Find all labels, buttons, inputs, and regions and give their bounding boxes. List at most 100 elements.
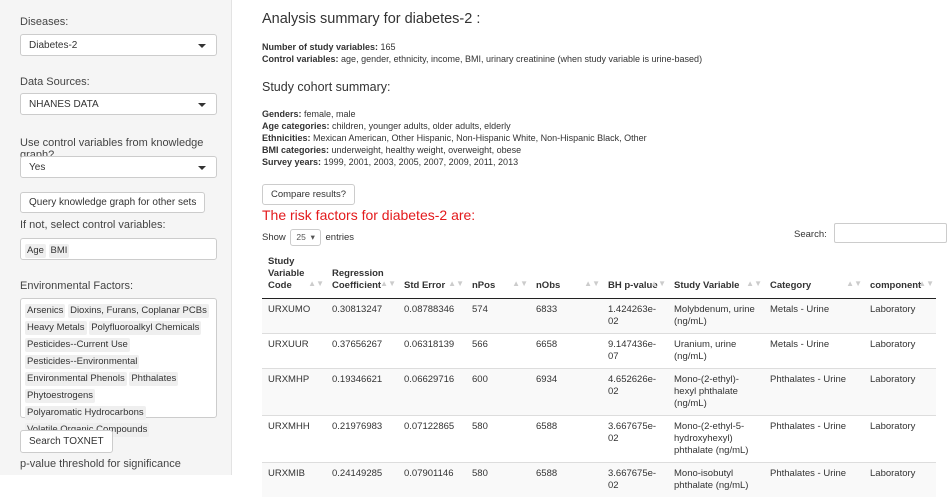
age-categories: Age categories: children, younger adults… bbox=[262, 121, 511, 131]
ethnicities-value: Mexican American, Other Hispanic, Non-Hi… bbox=[313, 133, 647, 143]
ethnicities-label: Ethnicities: bbox=[262, 133, 311, 143]
table-row[interactable]: URXUMO0.308132470.0878834657468331.42426… bbox=[262, 299, 936, 334]
age-categories-label: Age categories: bbox=[262, 121, 330, 131]
show-label: Show bbox=[262, 232, 286, 243]
chevron-down-icon bbox=[198, 166, 206, 170]
entries-length-control: Show 25 ▾ entries bbox=[262, 229, 354, 246]
table-cell: 3.667675e-02 bbox=[602, 416, 668, 463]
chevron-down-icon bbox=[198, 44, 206, 48]
env-tag[interactable]: Polyfluoroalkyl Chemicals bbox=[89, 321, 201, 335]
analysis-summary-title: Analysis summary for diabetes-2 : bbox=[262, 11, 480, 27]
if-not-label: If not, select control variables: bbox=[20, 219, 166, 231]
environmental-factors-input[interactable]: Arsenics Dioxins, Furans, Coplanar PCBs … bbox=[20, 298, 217, 418]
sort-icon: ▲▼ bbox=[650, 278, 666, 290]
control-variables-value: age, gender, ethnicity, income, BMI, uri… bbox=[341, 54, 702, 64]
use-control-select[interactable]: Yes bbox=[20, 156, 217, 178]
table-cell: Phthalates - Urine bbox=[764, 416, 864, 463]
column-header[interactable]: Std Error▲▼ bbox=[398, 252, 466, 299]
diseases-select-value: Diabetes-2 bbox=[29, 40, 77, 51]
control-variables-input[interactable]: Age BMI bbox=[20, 238, 217, 260]
column-header[interactable]: BH p-value▲▼ bbox=[602, 252, 668, 299]
table-cell: 600 bbox=[466, 369, 530, 416]
table-cell: 6588 bbox=[530, 416, 602, 463]
env-tag[interactable]: Environmental Phenols bbox=[25, 372, 127, 386]
table-cell: Metals - Urine bbox=[764, 334, 864, 369]
sort-icon: ▲▼ bbox=[308, 278, 324, 290]
use-control-select-value: Yes bbox=[29, 162, 45, 173]
table-cell: Mono-(2-ethyl-5-hydroxyhexyl) phthalate … bbox=[668, 416, 764, 463]
data-sources-select[interactable]: NHANES DATA bbox=[20, 93, 217, 115]
sort-icon: ▲▼ bbox=[448, 278, 464, 290]
num-study-variables-label: Number of study variables: bbox=[262, 42, 378, 52]
table-cell: 0.08788346 bbox=[398, 299, 466, 334]
search-toxnet-button[interactable]: Search TOXNET bbox=[20, 430, 113, 453]
table-cell: 6833 bbox=[530, 299, 602, 334]
sort-icon: ▲▼ bbox=[918, 278, 934, 290]
table-cell: 0.06629716 bbox=[398, 369, 466, 416]
column-header[interactable]: Regression Coefficient▲▼ bbox=[326, 252, 398, 299]
bmi-categories-label: BMI categories: bbox=[262, 145, 329, 155]
column-header[interactable]: component▲▼ bbox=[864, 252, 936, 299]
table-row[interactable]: URXMIB0.241492850.0790114658065883.66767… bbox=[262, 463, 936, 497]
table-cell: 6588 bbox=[530, 463, 602, 497]
search-input[interactable] bbox=[834, 223, 947, 243]
table-row[interactable]: URXMHH0.219769830.0712286558065883.66767… bbox=[262, 416, 936, 463]
table-cell: 0.37656267 bbox=[326, 334, 398, 369]
table-cell: 3.667675e-02 bbox=[602, 463, 668, 497]
table-cell: 0.07901146 bbox=[398, 463, 466, 497]
environmental-factors-label: Environmental Factors: bbox=[20, 280, 133, 292]
env-tag[interactable]: Arsenics bbox=[25, 304, 65, 318]
age-categories-value: children, younger adults, older adults, … bbox=[332, 121, 511, 131]
env-tag[interactable]: Phthalates bbox=[129, 372, 178, 386]
column-header[interactable]: nObs▲▼ bbox=[530, 252, 602, 299]
table-cell: 0.24149285 bbox=[326, 463, 398, 497]
table-cell: Laboratory bbox=[864, 334, 936, 369]
sidebar: Diseases: Diabetes-2 Data Sources: NHANE… bbox=[0, 0, 232, 475]
query-knowledge-graph-button[interactable]: Query knowledge graph for other sets bbox=[20, 192, 205, 213]
table-cell: 4.652626e-02 bbox=[602, 369, 668, 416]
table-cell: 580 bbox=[466, 416, 530, 463]
sort-icon: ▲▼ bbox=[584, 278, 600, 290]
diseases-select[interactable]: Diabetes-2 bbox=[20, 34, 217, 56]
sort-icon: ▲▼ bbox=[512, 278, 528, 290]
table-cell: Laboratory bbox=[864, 463, 936, 497]
table-cell: 0.30813247 bbox=[326, 299, 398, 334]
table-cell: Laboratory bbox=[864, 299, 936, 334]
table-cell: Phthalates - Urine bbox=[764, 369, 864, 416]
env-tag[interactable]: Phytoestrogens bbox=[25, 389, 95, 403]
results-table: Study Variable Code▲▼ Regression Coeffic… bbox=[262, 252, 936, 497]
main-panel: Analysis summary for diabetes-2 : Number… bbox=[250, 0, 947, 475]
table-cell: 6658 bbox=[530, 334, 602, 369]
env-tag[interactable]: Heavy Metals bbox=[25, 321, 87, 335]
bmi-categories-value: underweight, healthy weight, overweight,… bbox=[332, 145, 522, 155]
genders-label: Genders: bbox=[262, 109, 302, 119]
genders-value: female, male bbox=[304, 109, 356, 119]
env-tag[interactable]: Pesticides--Current Use bbox=[25, 338, 130, 352]
env-tag[interactable]: Polyaromatic Hydrocarbons bbox=[25, 406, 146, 420]
entries-label: entries bbox=[326, 232, 355, 243]
table-cell: URXMIB bbox=[262, 463, 326, 497]
control-tag[interactable]: Age bbox=[25, 244, 46, 258]
column-header[interactable]: Study Variable Code▲▼ bbox=[262, 252, 326, 299]
table-row[interactable]: URXMHP0.193466210.0662971660069344.65262… bbox=[262, 369, 936, 416]
chevron-down-icon bbox=[198, 103, 206, 107]
env-tag[interactable]: Pesticides--Environmental bbox=[25, 355, 139, 369]
table-row[interactable]: URXUUR0.376562670.0631813956666589.14743… bbox=[262, 334, 936, 369]
column-header[interactable]: Category▲▼ bbox=[764, 252, 864, 299]
env-tag[interactable]: Dioxins, Furans, Coplanar PCBs bbox=[68, 304, 209, 318]
table-cell: Mono-(2-ethyl)-hexyl phthalate (ng/mL) bbox=[668, 369, 764, 416]
sort-icon: ▲▼ bbox=[746, 278, 762, 290]
search-label: Search: bbox=[794, 229, 827, 240]
table-cell: Molybdenum, urine (ng/mL) bbox=[668, 299, 764, 334]
bmi-categories: BMI categories: underweight, healthy wei… bbox=[262, 145, 521, 155]
survey-years-label: Survey years: bbox=[262, 157, 321, 167]
column-header[interactable]: nPos▲▼ bbox=[466, 252, 530, 299]
table-header-row: Study Variable Code▲▼ Regression Coeffic… bbox=[262, 252, 936, 299]
control-tag[interactable]: BMI bbox=[49, 244, 70, 258]
table-cell: 0.21976983 bbox=[326, 416, 398, 463]
column-header[interactable]: Study Variable▲▼ bbox=[668, 252, 764, 299]
entries-select[interactable]: 25 ▾ bbox=[290, 229, 320, 246]
risk-factors-title: The risk factors for diabetes-2 are: bbox=[262, 207, 475, 223]
compare-results-button[interactable]: Compare results? bbox=[262, 184, 355, 205]
table-cell: 6934 bbox=[530, 369, 602, 416]
